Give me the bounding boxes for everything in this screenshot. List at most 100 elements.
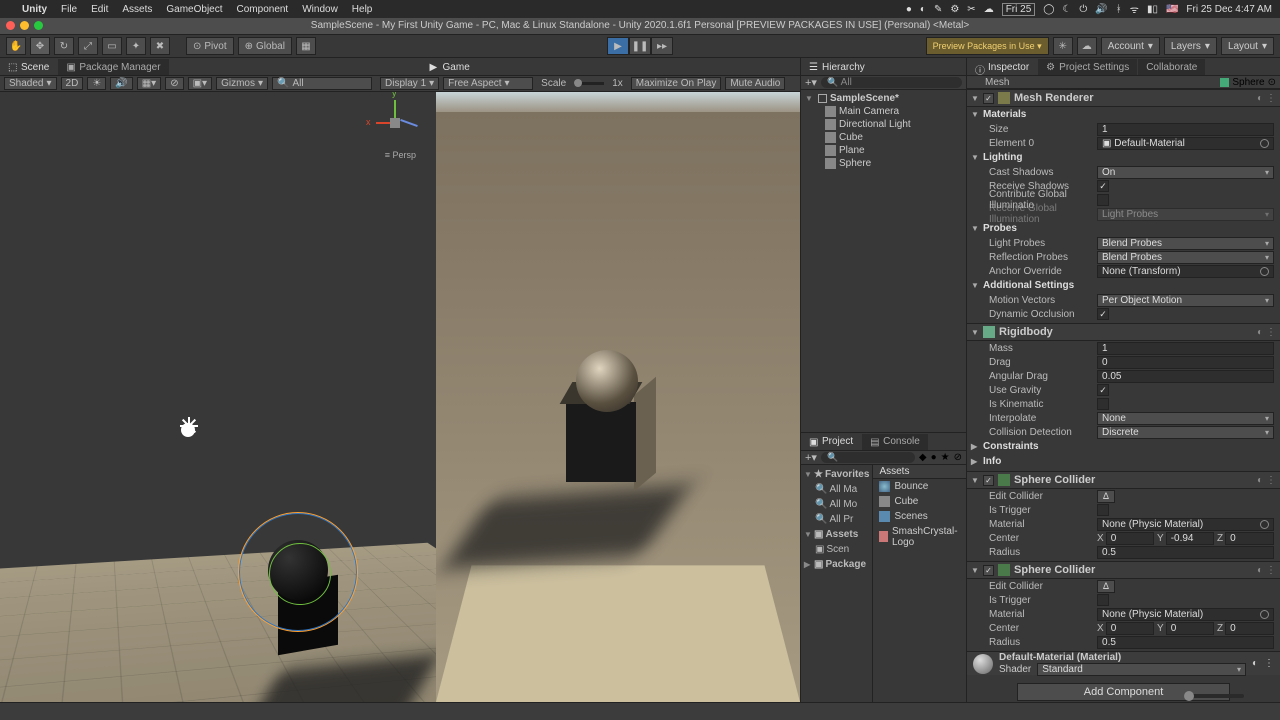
is-trigger-checkbox[interactable] [1097, 594, 1109, 606]
global-toggle[interactable]: ⊕Global [238, 37, 292, 55]
component-header-mesh-renderer[interactable]: ▼✓ Mesh Renderer ◐⋮ [967, 89, 1280, 107]
help-icon[interactable]: ◐ [1257, 565, 1263, 576]
display-dropdown[interactable]: Display 1▾ [380, 77, 439, 90]
project-search[interactable]: 🔍 [821, 452, 915, 463]
menu-icon[interactable]: ⋮ [1266, 327, 1276, 338]
radius-field[interactable]: 0.5 [1097, 546, 1274, 559]
project-zoom-slider[interactable] [1184, 694, 1244, 698]
window-minimize-button[interactable] [20, 21, 29, 30]
project-filter-icon[interactable]: ◆ [919, 452, 927, 463]
asset-row[interactable]: SmashCrystal-Logo [873, 524, 966, 550]
hand-tool[interactable]: ✋ [6, 37, 26, 55]
volume-icon[interactable]: 🔊 [1095, 4, 1107, 15]
menu-help[interactable]: Help [352, 4, 373, 15]
scene-fx-toggle[interactable]: ▦▾ [137, 77, 161, 90]
hierarchy-item[interactable]: Main Camera [801, 105, 966, 118]
project-fav-icon[interactable]: ★ [941, 452, 950, 463]
asset-row[interactable]: Cube [873, 494, 966, 509]
center-y-field[interactable]: -0.94 [1166, 532, 1214, 545]
menu-icon[interactable]: ⋮ [1264, 658, 1274, 669]
tab-collaborate[interactable]: Collaborate [1138, 59, 1205, 75]
tab-project[interactable]: ▣Project [801, 434, 861, 450]
menu-assets[interactable]: Assets [122, 4, 152, 15]
bluetooth-icon[interactable]: ᚼ [1116, 4, 1122, 15]
help-icon[interactable]: ◐ [1257, 475, 1263, 486]
shading-mode-dropdown[interactable]: Shaded▾ [4, 77, 57, 90]
battery-icon[interactable]: ▮▯ [1147, 4, 1158, 15]
material-header[interactable]: Default-Material (Material) ShaderStanda… [967, 651, 1280, 675]
center-z-field[interactable]: 0 [1225, 532, 1274, 545]
is-kinematic-checkbox[interactable] [1097, 398, 1109, 410]
transform-tool[interactable]: ✦ [126, 37, 146, 55]
hierarchy-item[interactable]: Sphere [801, 157, 966, 170]
window-maximize-button[interactable] [34, 21, 43, 30]
scene-light-toggle[interactable]: ☀ [87, 77, 106, 90]
flag-icon[interactable]: 🇺🇸 [1166, 4, 1178, 15]
menu-icon[interactable]: ⋮ [1266, 475, 1276, 486]
add-component-button[interactable]: Add Component [1017, 683, 1230, 701]
scene-view[interactable]: y x ≡ Persp [0, 92, 436, 702]
collision-detection-dropdown[interactable]: Discrete [1097, 426, 1274, 439]
tab-console[interactable]: ▤Console [862, 434, 928, 450]
pause-button[interactable]: ❚❚ [629, 37, 651, 55]
hierarchy-item[interactable]: Cube [801, 131, 966, 144]
selection-gizmo[interactable] [238, 512, 358, 632]
edit-collider-button[interactable]: ᐃ [1097, 580, 1115, 593]
gizmos-dropdown[interactable]: Gizmos▾ [216, 77, 268, 90]
account-dropdown[interactable]: Account▾ [1101, 37, 1160, 55]
help-icon[interactable]: ◐ [1257, 93, 1263, 104]
help-icon[interactable]: ◐ [1257, 327, 1263, 338]
layers-dropdown[interactable]: Layers▾ [1164, 37, 1217, 55]
scale-tool[interactable]: ⤢ [78, 37, 98, 55]
asset-row[interactable]: Scenes [873, 509, 966, 524]
perspective-label[interactable]: ≡ Persp [385, 150, 416, 160]
anchor-override-field[interactable]: None (Transform) [1097, 265, 1274, 278]
scene-camera-toggle[interactable]: ▣▾ [188, 77, 212, 90]
scene-search[interactable]: 🔍All [272, 77, 372, 90]
component-header-sphere-collider-1[interactable]: ▼✓ Sphere Collider ◐⋮ [967, 471, 1280, 489]
menu-file[interactable]: File [61, 4, 77, 15]
clock[interactable]: Fri 25 Dec 4:47 AM [1186, 4, 1272, 15]
menu-icon[interactable]: ⋮ [1266, 93, 1276, 104]
light-probes-dropdown[interactable]: Blend Probes [1097, 237, 1274, 250]
mute-toggle[interactable]: Mute Audio [725, 77, 785, 90]
tab-game[interactable]: ▶Game [422, 59, 478, 75]
project-breadcrumb[interactable]: Assets [873, 465, 966, 479]
center-x-field[interactable]: 0 [1106, 532, 1154, 545]
light-gizmo[interactable] [175, 417, 201, 443]
project-filter[interactable]: 🔍All Pr [801, 512, 872, 527]
rect-tool[interactable]: ▭ [102, 37, 122, 55]
reflection-probes-dropdown[interactable]: Blend Probes [1097, 251, 1274, 264]
center-z-field[interactable]: 0 [1225, 622, 1274, 635]
layout-dropdown[interactable]: Layout▾ [1221, 37, 1274, 55]
preview-packages-button[interactable]: Preview Packages in Use ▾ [926, 37, 1049, 55]
asset-row[interactable]: Bounce [873, 479, 966, 494]
pivot-toggle[interactable]: ⊙Pivot [186, 37, 234, 55]
object-picker-icon[interactable]: ⊙ [1268, 77, 1276, 88]
materials-size-field[interactable]: 1 [1097, 123, 1274, 136]
element0-field[interactable]: ▣ Default-Material [1097, 137, 1274, 150]
receive-shadows-checkbox[interactable]: ✓ [1097, 180, 1109, 192]
project-filter[interactable]: 🔍All Mo [801, 497, 872, 512]
date-badge[interactable]: Fri 25 [1002, 3, 1036, 16]
radius-field[interactable]: 0.5 [1097, 636, 1274, 649]
menu-edit[interactable]: Edit [91, 4, 108, 15]
scale-slider[interactable] [574, 82, 604, 85]
component-header-rigidbody[interactable]: ▼ Rigidbody ◐⋮ [967, 323, 1280, 341]
shader-dropdown[interactable]: Standard [1037, 663, 1246, 676]
motion-vectors-dropdown[interactable]: Per Object Motion [1097, 294, 1274, 307]
collab-icon[interactable]: ✳ [1053, 37, 1073, 55]
tab-package-manager[interactable]: ▣Package Manager [58, 59, 168, 75]
hierarchy-item[interactable]: Plane [801, 144, 966, 157]
physic-material-field[interactable]: None (Physic Material) [1097, 518, 1274, 531]
step-button[interactable]: ▸▸ [651, 37, 673, 55]
project-create-button[interactable]: +▾ [805, 451, 817, 464]
snap-toggle[interactable]: ▦ [296, 37, 316, 55]
component-header-sphere-collider-2[interactable]: ▼✓ Sphere Collider ◐⋮ [967, 561, 1280, 579]
2d-toggle[interactable]: 2D [61, 77, 84, 90]
hierarchy-item[interactable]: Directional Light [801, 118, 966, 131]
menu-icon[interactable]: ⋮ [1266, 565, 1276, 576]
scene-audio-toggle[interactable]: 🔊 [110, 77, 132, 90]
dynamic-occlusion-checkbox[interactable]: ✓ [1097, 308, 1109, 320]
mass-field[interactable]: 1 [1097, 342, 1274, 355]
